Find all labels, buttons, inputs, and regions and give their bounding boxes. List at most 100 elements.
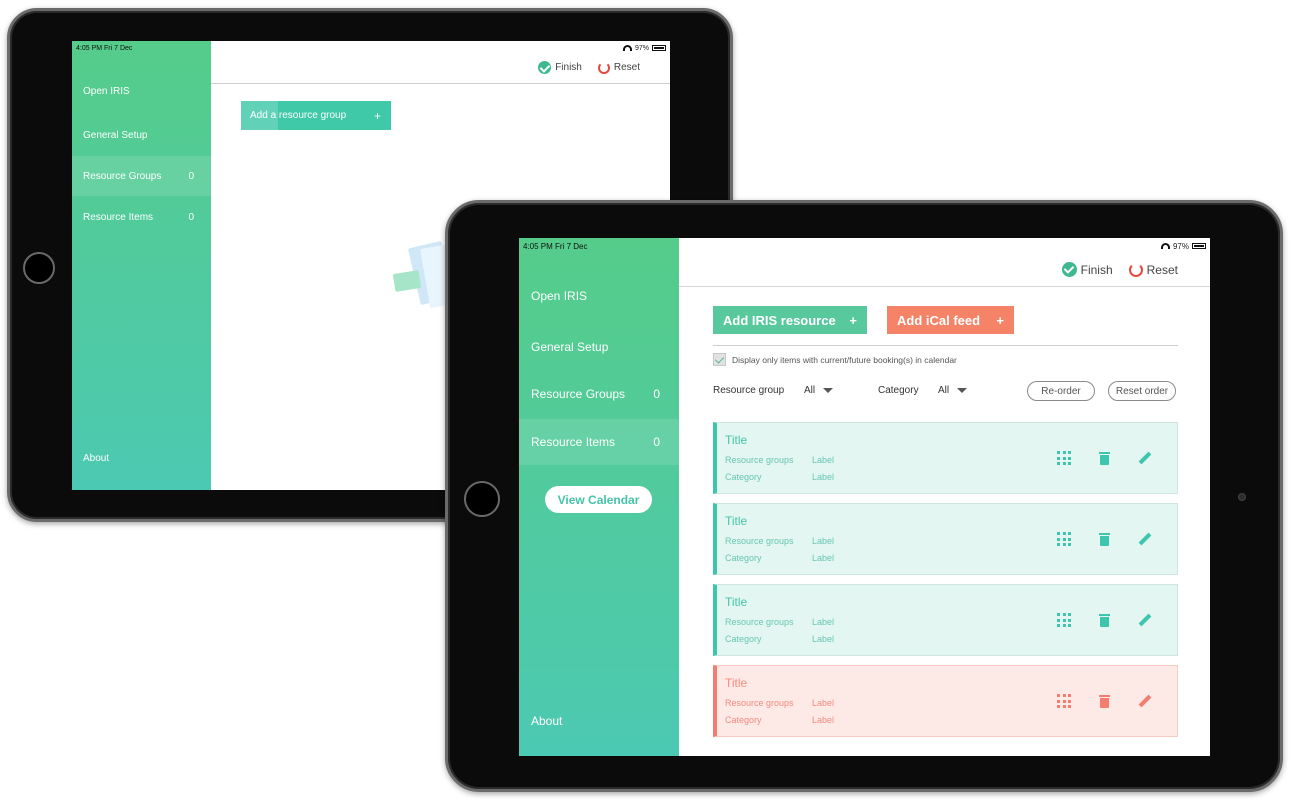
battery-percent: 97% (1172, 241, 1189, 251)
sidebar-item-open-iris[interactable]: Open IRIS (519, 273, 679, 319)
resource-group-filter-label: Resource group (713, 385, 785, 396)
reset-label: Reset (613, 62, 640, 73)
drag-handle-icon[interactable] (1057, 613, 1071, 627)
drag-handle-icon[interactable] (1057, 451, 1071, 465)
category-filter-label: Category (878, 385, 919, 396)
sidebar-item-resource-groups[interactable]: Resource Groups 0 (72, 156, 211, 196)
add-iris-resource-label: Add IRIS resource (723, 312, 836, 328)
item-field-value: Label (812, 715, 835, 725)
sidebar-item-label: About (83, 452, 110, 464)
header-divider (679, 286, 1210, 287)
filter-row: Resource group All Category All Re-order… (713, 381, 1178, 401)
sidebar-item-general-setup[interactable]: General Setup (519, 324, 679, 370)
add-ical-feed-label: Add iCal feed (897, 312, 981, 328)
sidebar-item-resource-items[interactable]: Resource Items 0 (519, 419, 679, 465)
reset-button[interactable]: Reset (597, 61, 640, 74)
header-divider (211, 83, 670, 84)
finish-label: Finish (1080, 262, 1113, 277)
status-time: 4:05 PM Fri 7 Dec (523, 241, 588, 251)
resource-group-select[interactable]: All (804, 385, 834, 396)
sidebar-item-label: General Setup (83, 129, 148, 141)
item-field-label: Category (725, 472, 762, 482)
sidebar-item-about[interactable]: About (72, 438, 211, 478)
reorder-button[interactable]: Re-order (1027, 381, 1095, 401)
trash-icon[interactable] (1099, 613, 1110, 627)
item-field-value: Label (812, 553, 835, 563)
item-field-label: Resource groups (725, 698, 794, 708)
category-select[interactable]: All (938, 385, 968, 396)
pencil-icon[interactable] (1138, 613, 1152, 627)
add-resource-group-button[interactable]: Add a resource group + (241, 101, 391, 130)
sidebar-item-label: Resource Items (531, 435, 616, 449)
reset-label: Reset (1146, 262, 1178, 277)
item-field-label: Category (725, 553, 762, 563)
plus-icon: + (996, 312, 1004, 328)
item-field-label: Resource groups (725, 455, 794, 465)
chevron-down-icon (957, 388, 968, 393)
item-field-label: Resource groups (725, 617, 794, 627)
item-field-value: Label (812, 698, 835, 708)
action-row: Add IRIS resource + Add iCal feed + (713, 306, 1014, 334)
home-button[interactable] (464, 481, 500, 517)
item-title: Title (725, 595, 748, 609)
list-item[interactable]: Title Resource groups Label Category Label (713, 422, 1178, 494)
actions-divider (713, 345, 1178, 346)
sidebar-item-count: 0 (188, 170, 194, 182)
item-field-label: Category (725, 634, 762, 644)
sidebar-item-resource-items[interactable]: Resource Items 0 (72, 197, 211, 237)
wifi-icon (1160, 243, 1170, 249)
sidebar-item-label: Resource Groups (531, 387, 626, 401)
drag-handle-icon[interactable] (1057, 532, 1071, 546)
item-title: Title (725, 433, 748, 447)
pencil-icon[interactable] (1138, 694, 1152, 708)
camera-icon (1238, 493, 1246, 501)
reset-button[interactable]: Reset (1128, 262, 1178, 277)
check-circle-icon (538, 61, 552, 74)
wifi-icon (622, 45, 632, 51)
display-only-checkbox[interactable] (713, 353, 726, 366)
battery-icon (1192, 243, 1206, 249)
screen-front: 4:05 PM Fri 7 Dec 97% Open IRIS General … (519, 238, 1210, 756)
chevron-down-icon (823, 388, 834, 393)
sidebar-item-about[interactable]: About (519, 698, 679, 744)
status-bar: 4:05 PM Fri 7 Dec 97% (72, 41, 670, 55)
pencil-icon[interactable] (1138, 451, 1152, 465)
sidebar-item-label: Resource Items (83, 211, 154, 223)
reset-order-button[interactable]: Reset order (1108, 381, 1176, 401)
add-ical-feed-button[interactable]: Add iCal feed + (887, 306, 1014, 334)
sidebar-item-label: Open IRIS (83, 85, 130, 97)
sidebar-item-open-iris[interactable]: Open IRIS (72, 71, 211, 111)
trash-icon[interactable] (1099, 451, 1110, 465)
add-iris-resource-button[interactable]: Add IRIS resource + (713, 306, 867, 334)
topbar: Finish Reset (1061, 262, 1178, 277)
list-item[interactable]: Title Resource groups Label Category Label (713, 584, 1178, 656)
finish-label: Finish (555, 62, 582, 73)
item-field-label: Resource groups (725, 536, 794, 546)
trash-icon[interactable] (1099, 532, 1110, 546)
display-only-label: Display only items with current/future b… (732, 354, 957, 365)
sidebar-item-resource-groups[interactable]: Resource Groups 0 (519, 371, 679, 417)
battery-icon (652, 45, 666, 51)
item-field-value: Label (812, 617, 835, 627)
topbar: Finish Reset (538, 61, 640, 74)
item-title: Title (725, 514, 748, 528)
home-button[interactable] (23, 252, 55, 284)
pencil-icon[interactable] (1138, 532, 1152, 546)
finish-button[interactable]: Finish (1061, 262, 1113, 277)
finish-button[interactable]: Finish (538, 61, 582, 74)
view-calendar-button[interactable]: View Calendar (545, 486, 652, 513)
item-title: Title (725, 676, 748, 690)
plus-icon: + (373, 108, 381, 123)
plus-icon: + (849, 312, 857, 328)
sidebar-item-label: About (531, 714, 563, 728)
sidebar-item-label: Resource Groups (83, 170, 162, 182)
item-field-value: Label (812, 472, 835, 482)
sidebar-item-count: 0 (653, 435, 660, 449)
add-resource-group-label: Add a resource group (250, 110, 347, 121)
sidebar: Open IRIS General Setup Resource Groups … (72, 41, 211, 490)
trash-icon[interactable] (1099, 694, 1110, 708)
drag-handle-icon[interactable] (1057, 694, 1071, 708)
list-item[interactable]: Title Resource groups Label Category Label (713, 503, 1178, 575)
sidebar-item-general-setup[interactable]: General Setup (72, 115, 211, 155)
list-item[interactable]: Title Resource groups Label Category Label (713, 665, 1178, 737)
